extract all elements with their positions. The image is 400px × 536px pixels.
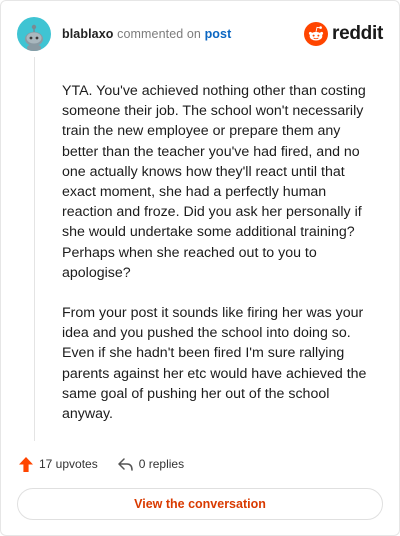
comment-paragraph: YTA. You've achieved nothing other than … [62,83,366,281]
reddit-brand[interactable]: reddit [304,22,383,46]
post-link[interactable]: post [205,27,232,41]
avatar[interactable] [17,17,51,51]
reply-arrow-icon [117,457,133,471]
reddit-logo-icon [304,22,329,46]
comment-embed-card: blablaxo commented on post reddit YTA. Y… [0,0,400,536]
view-conversation-button[interactable]: View the conversation [17,488,383,520]
comment-footer: 17 upvotes 0 replies [19,453,184,475]
upvote-arrow-icon [19,456,33,472]
replies-count: 0 replies [138,457,185,471]
replies-stat[interactable]: 0 replies [117,457,185,471]
upvotes-count: 17 upvotes [39,457,98,471]
action-text: commented on [117,27,201,41]
upvotes-stat[interactable]: 17 upvotes [19,456,98,472]
brand-wordmark: reddit [332,23,383,44]
author-line: blablaxo commented on post [62,27,231,41]
thread-line [34,57,35,441]
comment-header: blablaxo commented on post reddit [17,17,383,51]
snoo-avatar-icon [25,24,43,51]
comment-body: YTA. You've achieved nothing other than … [62,81,380,444]
author-name[interactable]: blablaxo [62,27,114,41]
comment-paragraph: From your post it sounds like firing her… [62,305,367,423]
